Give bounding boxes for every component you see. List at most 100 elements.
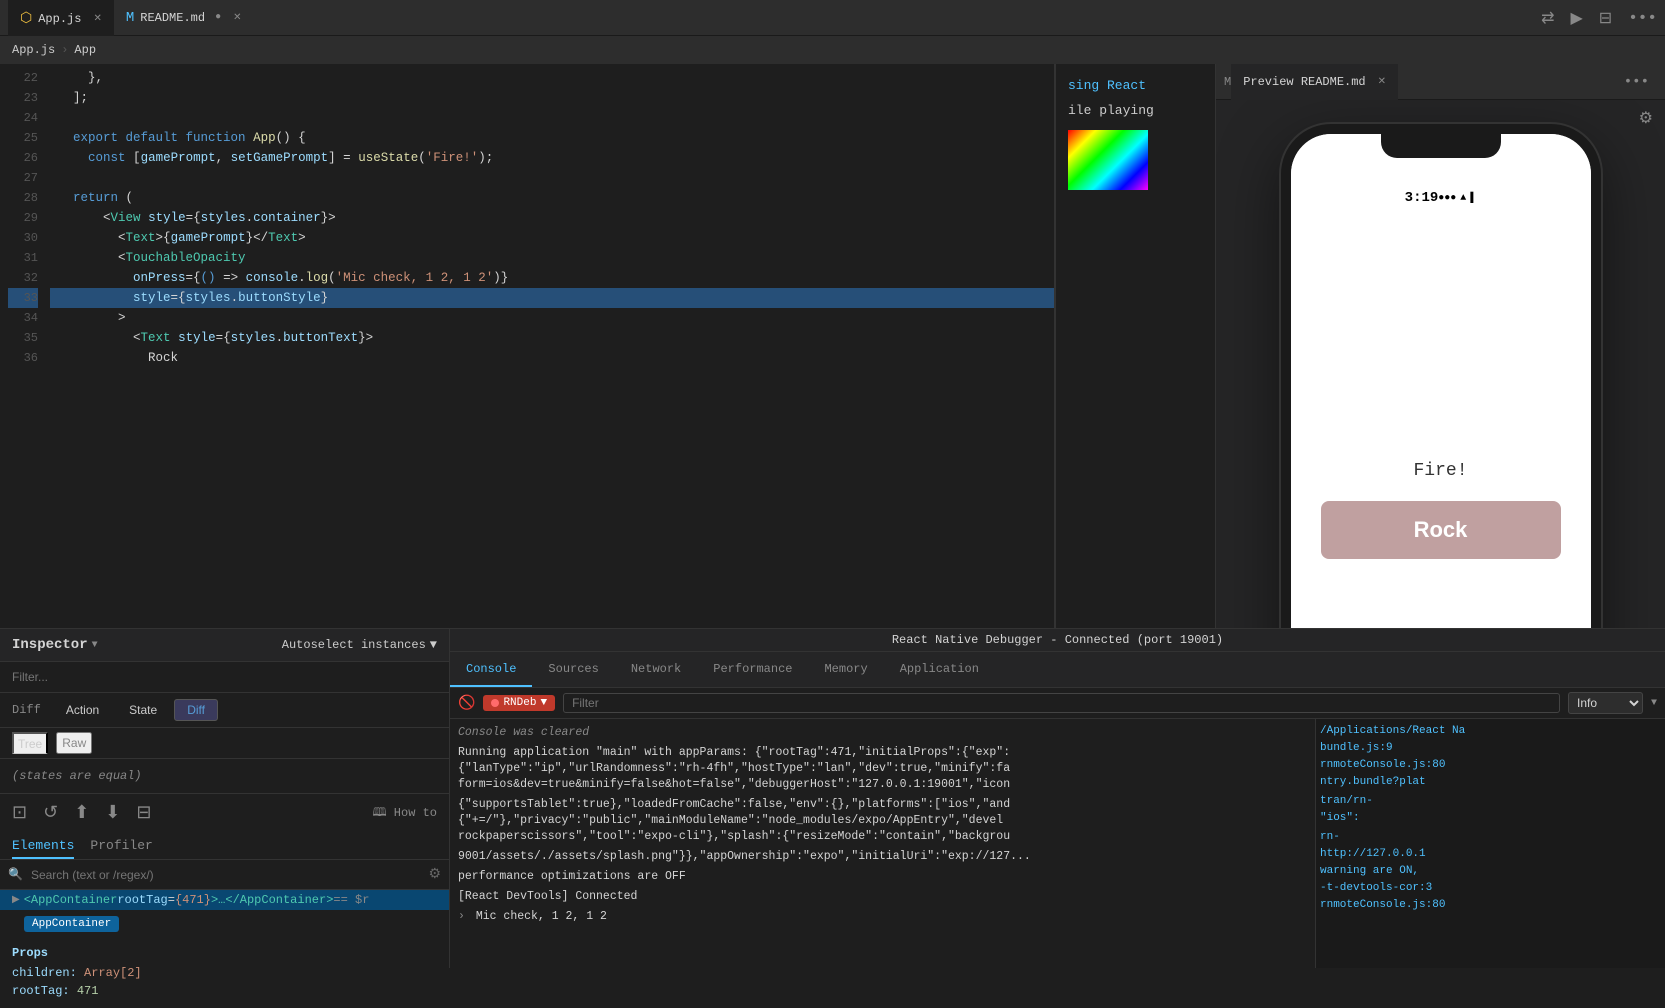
app-container-tree-item[interactable]: ▶ <AppContainer rootTag = {471} >…</AppC… — [0, 890, 449, 910]
preview-icon: M — [1224, 75, 1231, 89]
tab-preview-readme[interactable]: Preview README.md ✕ — [1231, 64, 1398, 100]
elements-search-bar: 🔍 ⚙ — [0, 860, 449, 890]
diff-label: Diff — [12, 703, 41, 717]
how-to-button[interactable]: 🕮 How to — [372, 803, 437, 824]
console-tab-console[interactable]: Console — [450, 652, 532, 687]
inspector-header: Inspector ▼ Autoselect instances ▼ — [0, 629, 449, 662]
code-line-35: <Text style={styles.buttonText}> — [50, 328, 1054, 348]
app-container-badge[interactable]: AppContainer — [24, 916, 119, 932]
console-msg-perf: performance optimizations are OFF — [458, 867, 1307, 887]
code-line-32: onPress={() => console.log('Mic check, 1… — [50, 268, 1054, 288]
console-tab-performance[interactable]: Performance — [697, 652, 808, 687]
autoselect-dropdown-icon[interactable]: ▼ — [430, 638, 437, 652]
wifi-icon: ▲ — [1460, 193, 1466, 204]
raw-tab[interactable]: Raw — [56, 732, 92, 754]
iphone-notch — [1381, 134, 1501, 158]
iphone-rock-button[interactable]: Rock — [1321, 501, 1561, 559]
tab-profiler[interactable]: Profiler — [90, 838, 152, 859]
print-icon[interactable]: ⊟ — [136, 802, 151, 824]
tab-app-js[interactable]: ⬡ App.js ✕ — [8, 0, 114, 36]
code-line-23: ]; — [50, 88, 1054, 108]
code-line-27 — [50, 168, 1054, 188]
app-container-badge-area: AppContainer — [0, 910, 449, 938]
layout-icon[interactable]: ⊟ — [1599, 8, 1612, 28]
cr-link-2[interactable]: bundle.js:9 — [1320, 740, 1661, 757]
code-line-22: }, — [50, 68, 1054, 88]
console-right-links: /Applications/React Na bundle.js:9 rnmot… — [1315, 719, 1665, 968]
console-msg-splash: 9001/assets/./assets/splash.png"}},"appO… — [458, 847, 1307, 867]
console-tab-memory[interactable]: Memory — [808, 652, 883, 687]
level-dropdown-arrow: ▼ — [1651, 698, 1657, 709]
console-panel: React Native Debugger - Connected (port … — [450, 629, 1665, 968]
code-line-25: export default function App() { — [50, 128, 1054, 148]
console-devtools-text: [React DevTools] Connected — [458, 890, 637, 903]
breadcrumb-app[interactable]: App — [74, 43, 96, 57]
rn-debug-badge[interactable]: RNDeb ▼ — [483, 695, 555, 711]
cr-link-4[interactable]: ntry.bundle?plat — [1320, 774, 1661, 791]
breadcrumb-separator: › — [61, 43, 68, 57]
tab-preview-close[interactable]: ✕ — [1378, 76, 1386, 88]
tab-readme-label: README.md — [140, 11, 205, 25]
inspector-panel: Inspector ▼ Autoselect instances ▼ Diff … — [0, 629, 450, 968]
console-toolbar: 🚫 RNDeb ▼ Info Verbose Warning Error ▼ — [450, 688, 1665, 719]
tab-modified-dot: ● — [215, 12, 221, 23]
battery-icon: ▌ — [1470, 193, 1476, 204]
reading-text-2: ile playing — [1068, 101, 1203, 122]
diff-tab-action[interactable]: Action — [53, 699, 112, 721]
ellipsis-icon[interactable]: ••• — [1624, 74, 1649, 90]
download-icon[interactable]: ⬇ — [105, 802, 120, 824]
split-editor-icon[interactable]: ⇄ — [1541, 8, 1554, 28]
cr-link-7[interactable]: "ios": — [1320, 810, 1661, 827]
console-tab-application[interactable]: Application — [884, 652, 995, 687]
gear-icon[interactable]: ⚙ — [428, 866, 441, 883]
prop-roottag: rootTag: 471 — [12, 982, 437, 1000]
line-numbers: 22 23 24 25 26 27 28 29 30 31 32 33 34 3… — [0, 64, 50, 628]
tab-readme-md[interactable]: M README.md ● ✕ — [114, 0, 254, 36]
iphone-status-bar: 3:19 ●●● ▲ ▌ — [1389, 182, 1493, 210]
cr-link-13[interactable]: rnmoteConsole.js:80 — [1320, 897, 1661, 914]
refresh-icon[interactable]: ↺ — [43, 802, 58, 824]
debugger-title: React Native Debugger - Connected (port … — [450, 629, 1665, 652]
console-msg-params: {"supportsTablet":true},"loadedFromCache… — [458, 795, 1307, 847]
console-msg-running: Running application "main" with appParam… — [458, 743, 1307, 795]
tab-app-js-close[interactable]: ✕ — [93, 13, 101, 25]
dollar-r: == $r — [333, 893, 369, 907]
screenshot-icon[interactable]: ⊡ — [12, 802, 27, 824]
code-line-30: <Text>{gamePrompt}</Text> — [50, 228, 1054, 248]
preview-panel: M Preview README.md ✕ ••• ⚙ — [1215, 64, 1665, 628]
console-tab-sources[interactable]: Sources — [532, 652, 614, 687]
code-text-area[interactable]: }, ]; export default function App() { co… — [50, 64, 1054, 628]
diff-tab-state[interactable]: State — [116, 699, 170, 721]
elements-search-input[interactable] — [31, 868, 420, 882]
cr-link-12[interactable]: -t-devtools-cor:3 — [1320, 880, 1661, 897]
console-miccheck-text: Mic check, 1 2, 1 2 — [476, 910, 607, 923]
iphone-status-icons: ●●● ▲ ▌ — [1438, 193, 1476, 204]
console-params-text: {"supportsTablet":true},"loadedFromCache… — [458, 798, 1010, 843]
tab-readme-close[interactable]: ✕ — [233, 12, 241, 24]
more-icon[interactable]: ••• — [1628, 9, 1657, 27]
console-level-selector[interactable]: Info Verbose Warning Error — [1568, 692, 1643, 714]
cr-link-10[interactable]: http://127.0.0.1 — [1320, 846, 1661, 863]
cr-link-3[interactable]: rnmoteConsole.js:80 — [1320, 757, 1661, 774]
inspector-dropdown-icon[interactable]: ▼ — [92, 640, 98, 651]
cr-link-1[interactable]: /Applications/React Na — [1320, 723, 1661, 740]
tree-tab[interactable]: Tree — [12, 732, 48, 754]
console-clear-icon[interactable]: 🚫 — [458, 695, 475, 712]
console-filter-input[interactable] — [563, 693, 1560, 713]
console-msg-miccheck: › Mic check, 1 2, 1 2 — [458, 907, 1307, 927]
tab-elements[interactable]: Elements — [12, 838, 74, 859]
upload-icon[interactable]: ⬆ — [74, 802, 89, 824]
cr-link-11[interactable]: warning are ON, — [1320, 863, 1661, 880]
breadcrumb-app-js[interactable]: App.js — [12, 43, 55, 57]
diff-tab-diff[interactable]: Diff — [174, 699, 218, 721]
settings-icon[interactable]: ⚙ — [1639, 110, 1653, 128]
cr-link-9[interactable]: rn- — [1320, 829, 1661, 846]
props-title: Props — [12, 946, 437, 960]
cr-link-6[interactable]: tran/rn- — [1320, 793, 1661, 810]
inspector-filter-input[interactable] — [12, 670, 437, 684]
code-line-24 — [50, 108, 1054, 128]
search-icon: 🔍 — [8, 867, 23, 882]
console-tab-network[interactable]: Network — [615, 652, 697, 687]
tab-bar-actions: ⇄ ▶ ⊟ ••• — [1541, 8, 1657, 28]
run-icon[interactable]: ▶ — [1570, 8, 1582, 28]
